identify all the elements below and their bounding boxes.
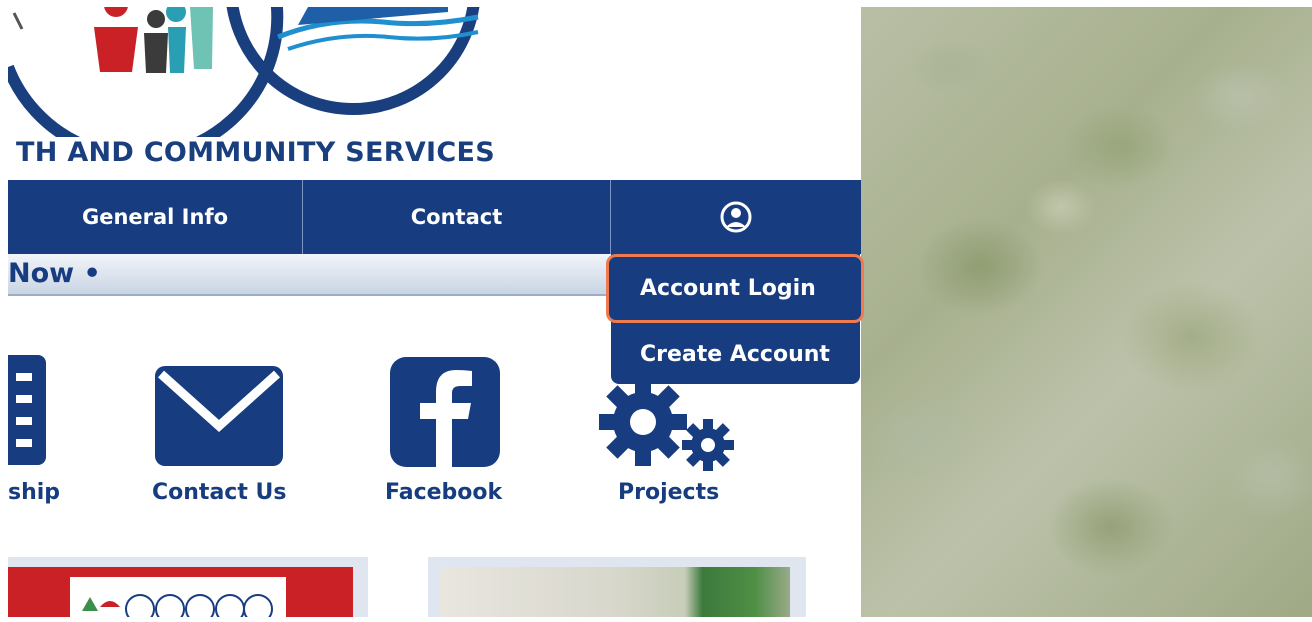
nav-general-info[interactable]: General Info xyxy=(8,180,303,254)
logo-org-name: TH AND COMMUNITY SERVICES xyxy=(16,137,495,168)
gears-icon[interactable] xyxy=(598,380,738,475)
logo-graphic xyxy=(8,7,480,137)
quick-label-contact-us[interactable]: Contact Us xyxy=(152,480,286,505)
quick-label-projects[interactable]: Projects xyxy=(618,480,719,505)
create-account-item[interactable]: Create Account xyxy=(611,324,860,384)
site-plan-map xyxy=(440,567,790,617)
quick-label-ship[interactable]: ship xyxy=(8,480,60,505)
document-list-icon[interactable] xyxy=(8,355,50,465)
account-login-item[interactable]: Account Login xyxy=(606,254,864,323)
tree-background-photo xyxy=(861,7,1312,617)
user-circle-icon xyxy=(720,201,752,233)
account-dropdown: Account Login Create Account xyxy=(606,254,864,384)
nav-account[interactable] xyxy=(611,180,861,254)
site-logo[interactable]: TH AND COMMUNITY SERVICES xyxy=(8,7,861,177)
quick-label-facebook[interactable]: Facebook xyxy=(385,480,502,505)
top-margin xyxy=(0,0,1312,7)
thumbnail-logo-panel xyxy=(70,577,286,622)
mini-logo-icon xyxy=(82,594,273,622)
ticker-text: Now • xyxy=(8,258,101,289)
left-margin xyxy=(0,0,8,617)
event-thumbnail[interactable] xyxy=(8,557,368,622)
map-thumbnail[interactable] xyxy=(428,557,806,617)
envelope-icon[interactable] xyxy=(155,366,283,466)
facebook-icon[interactable] xyxy=(390,357,500,467)
nav-contact[interactable]: Contact xyxy=(303,180,611,254)
main-nav: General Info Contact xyxy=(8,180,861,254)
